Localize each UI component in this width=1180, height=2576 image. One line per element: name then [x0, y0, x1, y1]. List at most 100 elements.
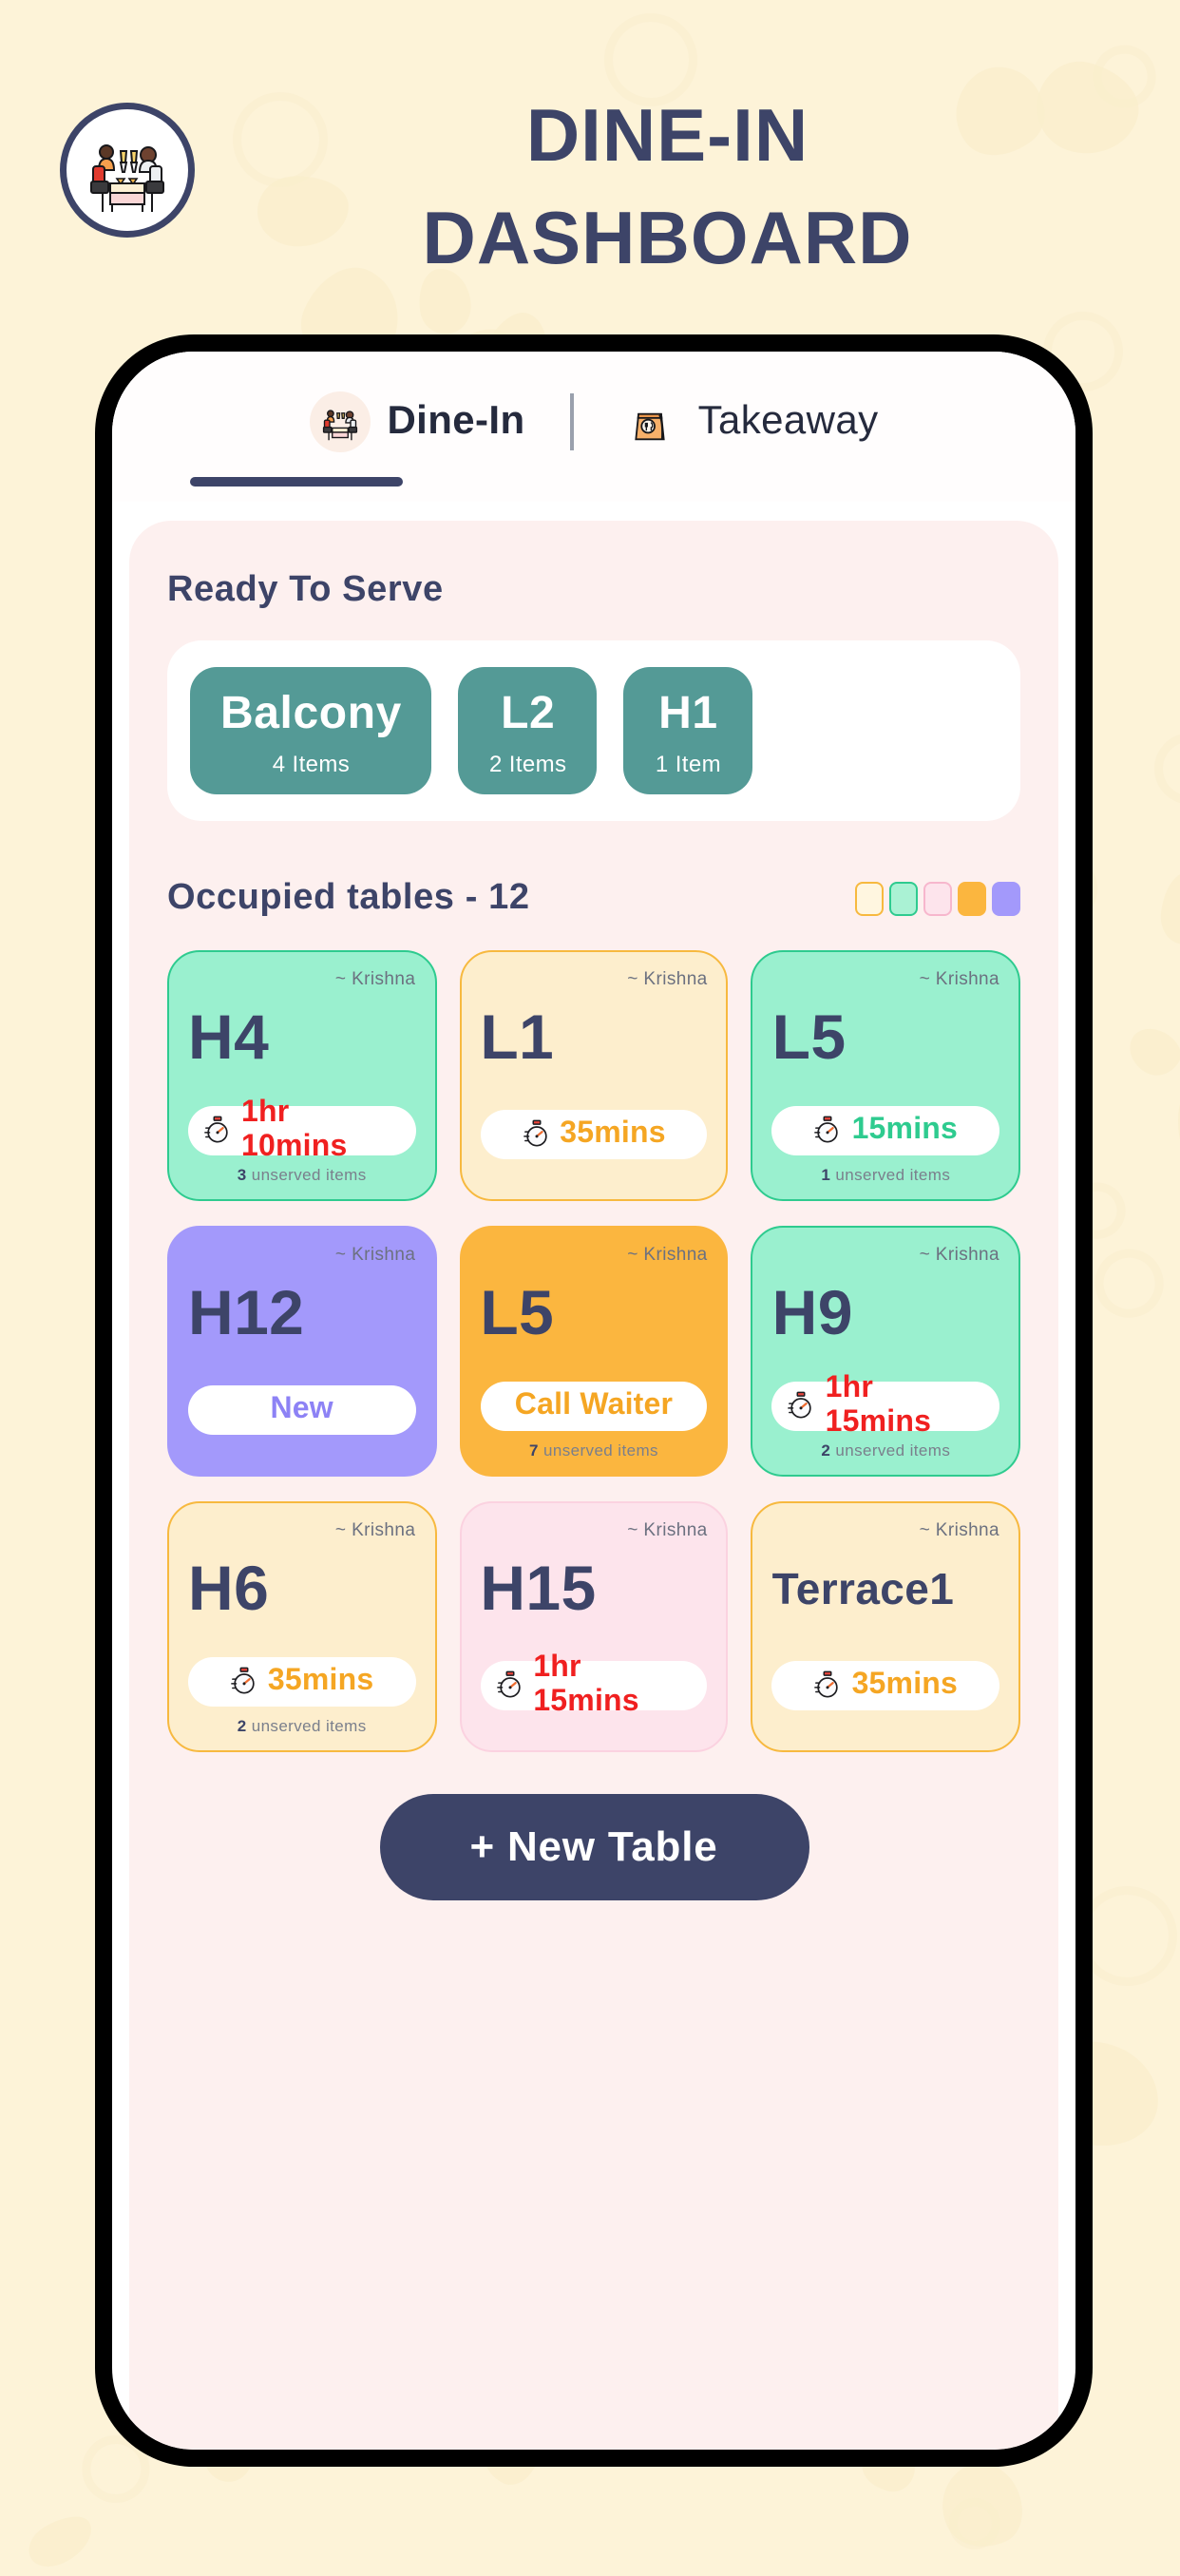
ready-to-serve-chip-count: 4 Items	[272, 751, 351, 777]
table-card[interactable]: ~ Krishna H6 35mins 2 unserved items	[167, 1501, 437, 1752]
occupied-tables-header: Occupied tables - 12	[167, 878, 1020, 920]
background-food-shape	[21, 2506, 101, 2576]
tab-takeaway[interactable]: Takeaway	[620, 391, 879, 452]
table-card-name: Terrace1	[771, 1564, 955, 1613]
table-card-status-pill[interactable]: 1hr 15mins	[771, 1372, 999, 1439]
ready-to-serve-chip-name: Balcony	[220, 688, 402, 739]
page-header: DINE-IN DASHBOARD	[0, 0, 1180, 314]
table-card-status-pill[interactable]: 35mins	[188, 1657, 416, 1707]
table-card[interactable]: ~ Krishna L5 15mins 1 unserved items	[751, 950, 1020, 1201]
stopwatch-icon	[814, 1670, 843, 1702]
table-card-spacer	[480, 1159, 707, 1184]
table-card-status-pill[interactable]: 1hr 15mins	[480, 1651, 708, 1718]
orange-swatch	[958, 882, 986, 916]
stopwatch-icon	[814, 1115, 843, 1147]
new-table-button[interactable]: + New Table	[379, 1794, 809, 1900]
table-card[interactable]: ~ Krishna H15 1hr 15mins	[459, 1501, 729, 1752]
stopwatch-icon	[522, 1118, 550, 1151]
ready-to-serve-title: Ready To Serve	[167, 570, 444, 610]
ready-to-serve-card: Balcony 4 Items L2 2 Items H1 1 Item	[167, 640, 1020, 821]
table-card-status-text: 1hr 15mins	[825, 1372, 932, 1439]
table-card-name: H12	[188, 1277, 305, 1347]
stopwatch-icon	[495, 1670, 523, 1702]
table-card-unserved-items: 2 unserved items	[237, 1716, 367, 1735]
table-card-waiter: ~ Krishna	[919, 1245, 999, 1266]
table-card-waiter: ~ Krishna	[627, 1245, 708, 1266]
table-card-name: L5	[771, 1002, 847, 1072]
table-card-waiter: ~ Krishna	[334, 969, 416, 990]
table-card[interactable]: ~ Krishna H12 New	[167, 1226, 437, 1477]
background-food-shape	[1087, 1242, 1171, 1326]
background-food-shape	[1157, 869, 1180, 947]
table-card-status-text: 1hr 10mins	[241, 1097, 348, 1163]
table-card-name: H4	[188, 1002, 270, 1072]
table-card[interactable]: ~ Krishna L5 Call Waiter 7 unserved items	[459, 1226, 729, 1477]
status-color-legend	[855, 882, 1020, 916]
ready-to-serve-chip[interactable]: H1 1 Item	[623, 667, 753, 794]
table-card-unserved-items: 1 unserved items	[821, 1165, 951, 1184]
table-card-status-text: Call Waiter	[514, 1389, 674, 1422]
background-food-shape	[939, 2488, 1011, 2560]
table-card-waiter: ~ Krishna	[627, 969, 708, 990]
stopwatch-icon	[788, 1390, 816, 1422]
table-card-status-pill[interactable]: 35mins	[771, 1661, 999, 1710]
table-card-spacer	[188, 1435, 415, 1460]
stopwatch-icon	[203, 1115, 232, 1147]
occupied-tables-title: Occupied tables - 12	[167, 878, 530, 918]
table-card-status-pill[interactable]: Call Waiter	[480, 1382, 708, 1431]
table-card-unserved-items: 3 unserved items	[237, 1165, 367, 1184]
mint-swatch	[889, 882, 918, 916]
table-card-name: H9	[771, 1277, 853, 1347]
table-card-spacer	[772, 1710, 999, 1735]
ready-to-serve-chip-name: L2	[501, 688, 556, 739]
table-card[interactable]: ~ Krishna L1 35mins	[459, 950, 729, 1201]
dining-table-icon	[309, 391, 371, 452]
title-line-2: DASHBOARD	[422, 196, 913, 279]
tab-dine-in-label: Dine-In	[387, 399, 525, 443]
table-card[interactable]: ~ Krishna H4 1hr 10mins 3 unserved items	[167, 950, 437, 1201]
tab-bar: Dine-In Takeaway	[112, 352, 1075, 502]
background-food-shape	[1120, 1021, 1180, 1085]
table-card-name: L1	[480, 1002, 555, 1072]
ready-to-serve-chip-count: 1 Item	[655, 751, 721, 777]
table-card-status-text: 35mins	[560, 1117, 666, 1150]
phone-mockup: Dine-In Takeaway Ready To Serve Balcony …	[95, 334, 1093, 2467]
table-card-name: L5	[480, 1277, 555, 1347]
background-food-shape	[1164, 1074, 1180, 1194]
pink-swatch	[923, 882, 952, 916]
page-title: DINE-IN DASHBOARD	[228, 84, 1107, 289]
table-card-status-text: New	[270, 1393, 333, 1425]
stopwatch-icon	[230, 1666, 258, 1698]
table-card-waiter: ~ Krishna	[334, 1245, 416, 1266]
takeaway-bag-icon	[620, 391, 681, 452]
table-card-spacer	[480, 1710, 707, 1735]
tab-separator	[570, 393, 575, 450]
title-line-1: DINE-IN	[525, 93, 809, 177]
tab-dine-in[interactable]: Dine-In	[309, 391, 524, 452]
ready-to-serve-chip-name: H1	[658, 688, 718, 739]
cream-swatch	[855, 882, 884, 916]
table-card[interactable]: ~ Krishna H9 1hr 15mins 2 unserved items	[751, 1226, 1020, 1477]
occupied-tables-grid: ~ Krishna H4 1hr 10mins 3 unserved items ~ K…	[167, 950, 1020, 1752]
ready-to-serve-chip-count: 2 Items	[488, 751, 567, 777]
table-card-name: H15	[480, 1553, 597, 1623]
table-card-waiter: ~ Krishna	[919, 969, 999, 990]
dining-couple-icon	[82, 124, 173, 216]
background-food-shape	[1150, 729, 1180, 810]
table-card-status-text: 15mins	[851, 1114, 959, 1146]
tab-takeaway-label: Takeaway	[697, 399, 879, 443]
table-card-status-pill[interactable]: 1hr 10mins	[188, 1097, 416, 1163]
table-card-status-pill[interactable]: New	[188, 1385, 416, 1435]
ready-to-serve-chip[interactable]: L2 2 Items	[458, 667, 598, 794]
background-food-shape	[927, 2451, 1036, 2561]
table-card-status-text: 35mins	[851, 1669, 959, 1701]
table-card-name: H6	[188, 1553, 270, 1623]
table-card-waiter: ~ Krishna	[627, 1520, 708, 1541]
table-card-waiter: ~ Krishna	[334, 1520, 416, 1541]
table-card-status-pill[interactable]: 15mins	[771, 1106, 999, 1155]
ready-to-serve-chip[interactable]: Balcony 4 Items	[190, 667, 432, 794]
phone-screen: Dine-In Takeaway Ready To Serve Balcony …	[95, 334, 1093, 2467]
table-card-status-pill[interactable]: 35mins	[480, 1110, 708, 1159]
table-card-status-text: 35mins	[267, 1665, 374, 1697]
table-card[interactable]: ~ Krishna Terrace1 35mins	[751, 1501, 1020, 1752]
